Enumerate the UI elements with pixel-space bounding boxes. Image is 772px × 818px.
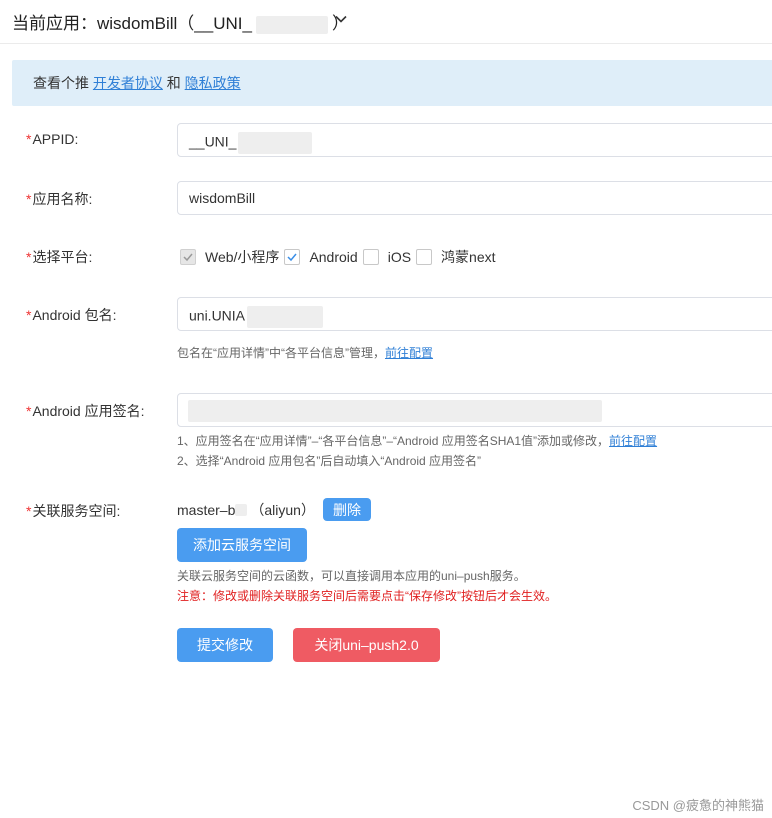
- required-mark: *: [26, 403, 32, 419]
- signature-config-link[interactable]: 前往配置: [609, 434, 657, 448]
- required-mark: *: [26, 249, 32, 265]
- package-value: uni.UNIA: [189, 307, 246, 324]
- check-icon: [183, 253, 193, 262]
- chevron-down-icon[interactable]: [334, 12, 348, 26]
- redacted-space-name: [235, 503, 248, 516]
- signature-field[interactable]: [177, 393, 772, 427]
- app-selector[interactable]: 当前应用：wisdomBill（__UNI_）: [12, 9, 349, 34]
- package-label: *Android 包名:: [26, 307, 117, 323]
- csdn-watermark: CSDN @疲惫的神熊猫: [632, 798, 764, 813]
- checkbox-harmony[interactable]: [416, 249, 433, 265]
- app-name-value: wisdomBill: [189, 190, 256, 206]
- signature-label: *Android 应用签名:: [26, 403, 145, 419]
- notice-and: 和: [166, 75, 181, 91]
- package-field[interactable]: uni.UNIA: [177, 297, 772, 331]
- agreement-notice: 查看个推 开发者协议 和 隐私政策: [12, 60, 772, 106]
- delete-space-button[interactable]: 删除: [322, 498, 371, 521]
- checkbox-android[interactable]: [284, 249, 301, 265]
- platform-checkbox-group: Web/小程序 Android iOS 鸿蒙next: [180, 247, 501, 267]
- checkbox-label-ios[interactable]: iOS: [388, 249, 411, 265]
- checkbox-web-miniprogram: [180, 249, 196, 265]
- checkbox-ios[interactable]: [362, 249, 379, 265]
- redacted-app-id: [255, 15, 328, 34]
- package-hint: 包名在“应用详情”中“各平台信息”管理，前往配置: [177, 346, 434, 360]
- service-space-item: master–b （aliyun） 删除: [177, 498, 371, 521]
- redacted-signature: [188, 400, 602, 422]
- add-cloud-space-button[interactable]: 添加云服务空间: [177, 528, 307, 562]
- checkbox-label-android[interactable]: Android: [309, 249, 357, 265]
- close-unipush-button[interactable]: 关闭uni–push2.0: [293, 628, 440, 662]
- checkbox-label-web: Web/小程序: [205, 249, 280, 265]
- check-icon: [287, 253, 298, 262]
- required-mark: *: [26, 131, 32, 147]
- checkbox-label-harmony[interactable]: 鸿蒙next: [441, 247, 495, 267]
- notice-text: 查看个推: [33, 75, 89, 91]
- appid-field[interactable]: __UNI_: [177, 123, 772, 157]
- submit-button[interactable]: 提交修改: [177, 628, 273, 662]
- signature-hint-1: 1、应用签名在“应用详情”–“各平台信息”–“Android 应用签名SHA1值…: [177, 434, 658, 448]
- app-name-field[interactable]: wisdomBill: [177, 181, 772, 215]
- appid-value: __UNI_: [189, 133, 237, 150]
- app-header: 当前应用：wisdomBill（__UNI_）: [0, 0, 772, 44]
- platform-label: *选择平台:: [26, 249, 93, 265]
- service-space-label: *关联服务空间:: [26, 503, 121, 519]
- app-title-prefix: 当前应用：wisdomBill（__UNI_: [12, 14, 252, 33]
- redacted-package: [247, 306, 324, 328]
- service-space-warning: 注意：修改或删除关联服务空间后需要点击“保存修改”按钮后才会生效。: [177, 589, 557, 603]
- signature-hint-2: 2、选择“Android 应用包名”后自动填入“Android 应用签名”: [177, 454, 482, 468]
- required-mark: *: [26, 503, 32, 519]
- service-space-hint: 关联云服务空间的云函数，可以直接调用本应用的uni–push服务。: [177, 569, 526, 583]
- appid-label: *APPID:: [26, 131, 79, 147]
- developer-agreement-link[interactable]: 开发者协议: [93, 75, 163, 91]
- app-name-label: *应用名称:: [26, 191, 93, 207]
- redacted-appid: [238, 132, 313, 154]
- service-space-provider: （aliyun）: [250, 501, 315, 518]
- service-space-name: master–b: [177, 501, 236, 518]
- privacy-policy-link[interactable]: 隐私政策: [185, 75, 241, 91]
- required-mark: *: [26, 191, 32, 207]
- package-config-link[interactable]: 前往配置: [385, 346, 433, 360]
- required-mark: *: [26, 307, 32, 323]
